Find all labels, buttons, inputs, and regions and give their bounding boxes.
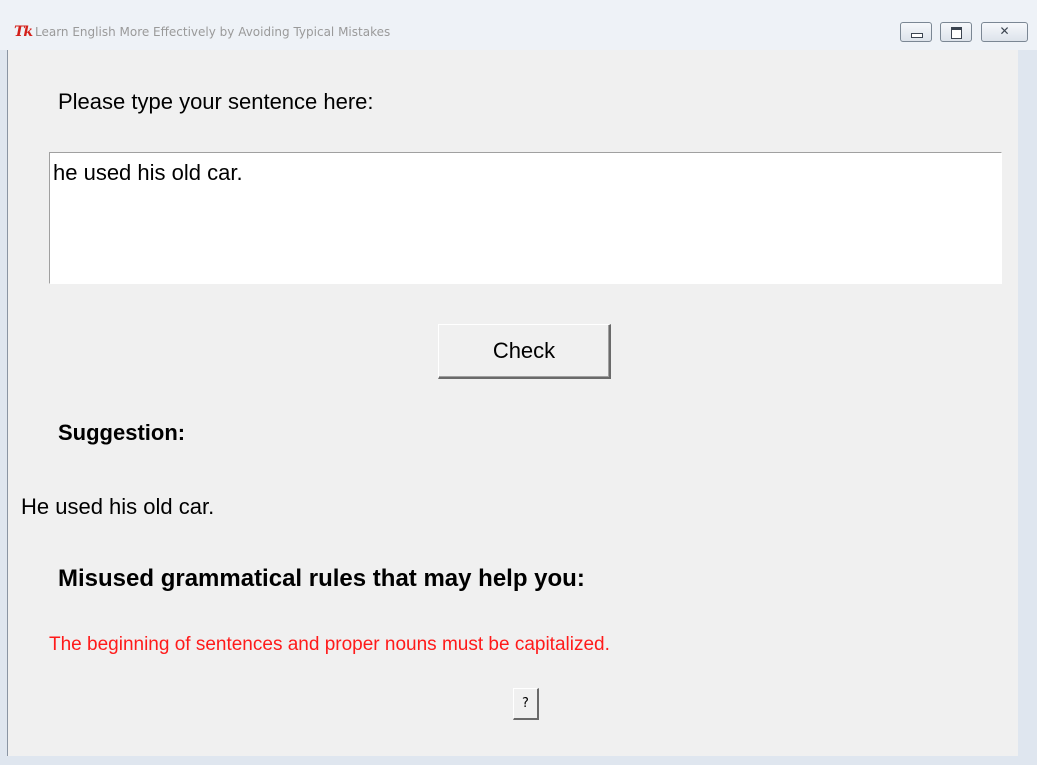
tk-feather-icon: Tk <box>14 24 33 40</box>
sentence-prompt-label: Please type your sentence here: <box>58 89 374 114</box>
title-bar[interactable]: Tk Learn English More Effectively by Avo… <box>0 0 1037 50</box>
suggestion-heading: Suggestion: <box>58 420 186 445</box>
rules-heading: Misused grammatical rules that may help … <box>58 565 585 592</box>
minimize-button[interactable] <box>900 22 932 42</box>
window-border <box>7 50 8 756</box>
rule-item: The beginning of sentences and proper no… <box>49 634 610 655</box>
window-title: Learn English More Effectively by Avoidi… <box>35 25 391 39</box>
app-window: Tk Learn English More Effectively by Avo… <box>0 0 1037 765</box>
suggestion-text: He used his old car. <box>21 494 215 519</box>
sentence-input[interactable] <box>49 152 1002 284</box>
check-button[interactable]: Check <box>438 324 611 379</box>
help-button[interactable]: ? <box>513 688 539 720</box>
close-button[interactable] <box>981 22 1028 42</box>
maximize-button[interactable] <box>940 22 972 42</box>
